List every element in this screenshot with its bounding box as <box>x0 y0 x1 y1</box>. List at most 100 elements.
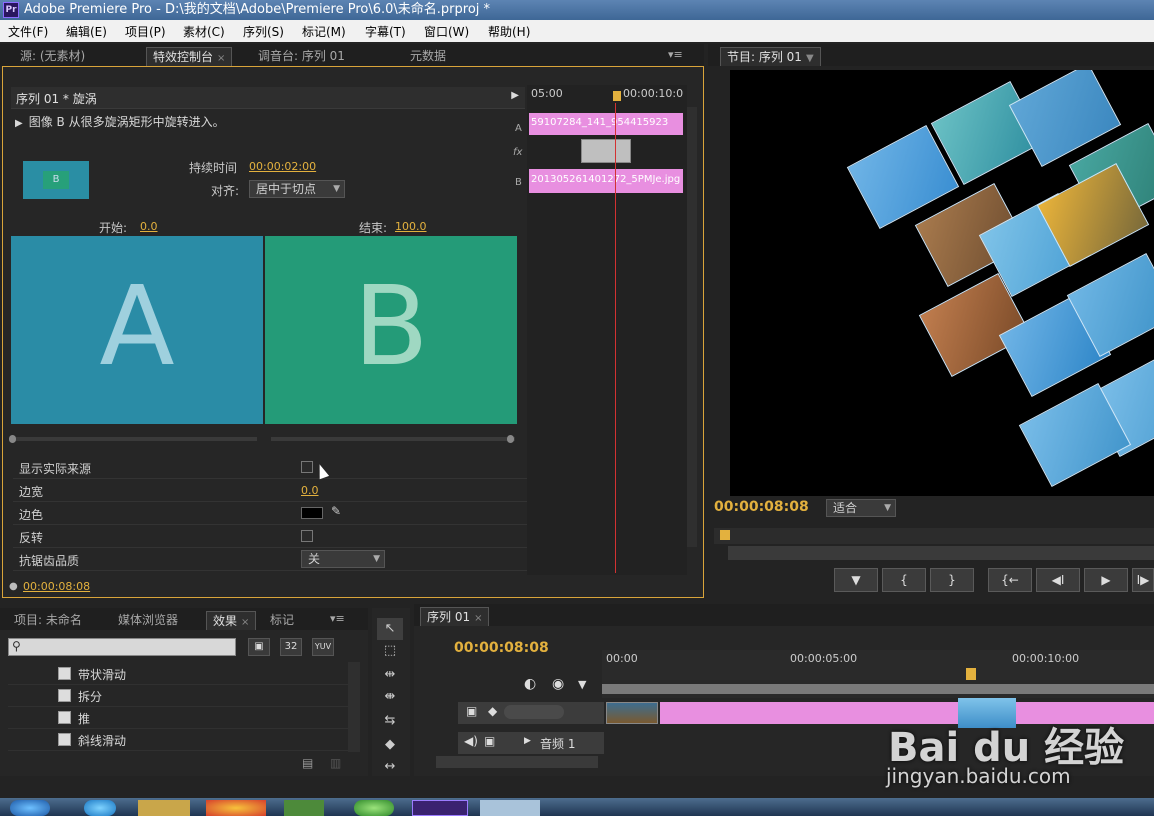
chevron-down-icon[interactable]: ▼ <box>806 53 814 64</box>
list-item[interactable]: 推 <box>8 707 348 729</box>
border-color-swatch[interactable] <box>301 507 323 519</box>
end-slider-handle[interactable] <box>507 435 514 443</box>
tab-program[interactable]: 节目: 序列 01 ▼ <box>720 47 821 66</box>
play-button[interactable]: ▶ <box>1084 568 1128 592</box>
window-taskbar-icon[interactable] <box>480 800 540 816</box>
list-item[interactable]: 带状滑动 <box>8 663 348 685</box>
go-to-in-button[interactable]: {← <box>988 568 1032 592</box>
menu-clip[interactable]: 素材(C) <box>183 23 225 40</box>
program-timecode[interactable]: 00:00:08:08 <box>714 499 809 515</box>
program-zoom-scrollbar[interactable] <box>728 546 1154 560</box>
mini-transition-block[interactable] <box>581 139 631 163</box>
menu-sequence[interactable]: 序列(S) <box>243 23 284 40</box>
add-marker-button[interactable]: ▼ <box>834 568 878 592</box>
tab-effect-controls[interactable]: 特效控制台 × <box>146 47 233 66</box>
expand-track-icon[interactable]: ▶ <box>524 736 531 746</box>
ripple-edit-tool-icon[interactable]: ⇹ <box>377 664 403 686</box>
slip-tool-icon[interactable]: ↔ <box>377 756 403 778</box>
track-select-tool-icon[interactable]: ⬚ <box>377 640 403 662</box>
32bit-effects-icon[interactable]: 32 <box>280 638 302 656</box>
step-back-button[interactable]: ◀I <box>1036 568 1080 592</box>
speaker-icon[interactable]: ◀) <box>464 734 478 748</box>
panel-menu-icon[interactable]: ▾≡ <box>330 612 345 625</box>
mini-clip-b[interactable]: 201305261401272_5PMJe.jpg <box>529 169 683 193</box>
effects-search-input[interactable]: ⚲ <box>8 638 236 656</box>
sync-lock-icon[interactable]: ▣ <box>484 734 495 748</box>
end-slider[interactable] <box>271 435 515 443</box>
trash-icon[interactable]: ▥ <box>330 756 341 770</box>
lock-icon[interactable]: ◆ <box>488 704 497 718</box>
tab-metadata[interactable]: 元数据 <box>404 47 452 66</box>
show-sources-checkbox[interactable] <box>301 461 313 473</box>
start-button-icon[interactable] <box>10 800 50 816</box>
program-playhead-icon[interactable] <box>720 530 730 540</box>
menu-title[interactable]: 字幕(T) <box>365 23 406 40</box>
playhead-icon[interactable] <box>966 668 976 680</box>
timeline-timecode[interactable]: 00:00:08:08 <box>454 640 549 656</box>
play-icon[interactable]: ▶ <box>511 90 519 101</box>
ie-icon[interactable] <box>84 800 116 816</box>
align-dropdown[interactable]: 居中于切点 ▼ <box>249 180 345 198</box>
duration-value[interactable]: 00:00:02:00 <box>249 160 316 173</box>
start-value[interactable]: 0.0 <box>140 220 158 233</box>
accelerated-effects-icon[interactable]: ▣ <box>248 638 270 656</box>
chrome-icon[interactable] <box>206 800 266 816</box>
effects-scrollbar[interactable] <box>348 662 360 752</box>
mini-playhead-icon[interactable] <box>613 91 621 101</box>
work-area-bar[interactable] <box>602 684 1154 694</box>
eyedropper-icon[interactable]: ✎ <box>331 504 341 518</box>
close-icon[interactable]: × <box>241 617 249 628</box>
menu-help[interactable]: 帮助(H) <box>488 23 530 40</box>
start-slider-handle[interactable] <box>9 435 16 443</box>
menu-marker[interactable]: 标记(M) <box>302 23 346 40</box>
app-icon[interactable] <box>354 800 394 816</box>
timeline-ruler[interactable]: 00:00 00:00:05:00 00:00:10:00 <box>602 650 1154 698</box>
panel-menu-icon[interactable]: ▾≡ <box>668 48 683 61</box>
timeline-zoom-scrollbar[interactable] <box>436 756 598 768</box>
new-bin-icon[interactable]: ▤ <box>302 756 313 770</box>
tab-sequence-01[interactable]: 序列 01 × <box>420 607 490 626</box>
yuv-effects-icon[interactable]: YUV <box>312 638 334 656</box>
menu-project[interactable]: 项目(P) <box>125 23 166 40</box>
menu-file[interactable]: 文件(F) <box>8 23 48 40</box>
play-preview-icon[interactable]: ▶ <box>15 118 23 129</box>
effect-timecode[interactable]: 00:00:08:08 <box>23 580 90 593</box>
list-item[interactable]: 拆分 <box>8 685 348 707</box>
border-width-value[interactable]: 0.0 <box>301 484 319 497</box>
anti-aliasing-dropdown[interactable]: 关 ▼ <box>301 550 385 568</box>
step-forward-button[interactable]: I▶ <box>1132 568 1154 592</box>
add-marker-icon[interactable]: ▼ <box>578 678 586 691</box>
fit-dropdown[interactable]: 适合 ▼ <box>826 499 896 517</box>
premiere-taskbar-icon[interactable] <box>412 800 468 816</box>
mini-timeline-scrollbar[interactable] <box>687 107 697 547</box>
close-icon[interactable]: × <box>474 613 482 624</box>
tab-markers[interactable]: 标记 <box>264 611 300 630</box>
track-name-field[interactable] <box>504 705 564 719</box>
rate-stretch-tool-icon[interactable]: ⇆ <box>377 710 403 732</box>
app-icon[interactable] <box>284 800 324 816</box>
toggle-output-icon[interactable]: ▣ <box>466 704 477 718</box>
tab-effects[interactable]: 效果 × <box>206 611 257 630</box>
set-marker-icon[interactable]: ◉ <box>552 676 564 692</box>
selection-tool-icon[interactable]: ↖ <box>377 618 403 640</box>
end-value[interactable]: 100.0 <box>395 220 427 233</box>
menu-window[interactable]: 窗口(W) <box>424 23 469 40</box>
mini-clip-a[interactable]: 59107284_141_954415923 <box>529 113 683 135</box>
menu-edit[interactable]: 编辑(E) <box>66 23 107 40</box>
timeline-clip-thumbnail[interactable] <box>606 702 658 724</box>
snap-icon[interactable]: ◐ <box>524 676 536 692</box>
tab-source[interactable]: 源: (无素材) <box>14 47 91 66</box>
razor-tool-icon[interactable]: ◆ <box>377 734 403 756</box>
tab-audio-mixer[interactable]: 调音台: 序列 01 <box>252 47 351 66</box>
start-slider[interactable] <box>9 435 257 443</box>
tab-project[interactable]: 项目: 未命名 <box>8 611 88 630</box>
program-time-ruler[interactable] <box>714 528 1154 544</box>
tab-media-browser[interactable]: 媒体浏览器 <box>112 611 184 630</box>
close-icon[interactable]: × <box>217 53 225 64</box>
rolling-edit-tool-icon[interactable]: ⇼ <box>377 686 403 708</box>
mark-out-button[interactable]: } <box>930 568 974 592</box>
reverse-checkbox[interactable] <box>301 530 313 542</box>
list-item[interactable]: 斜线滑动 <box>8 729 348 751</box>
mark-in-button[interactable]: { <box>882 568 926 592</box>
explorer-icon[interactable] <box>138 800 190 816</box>
